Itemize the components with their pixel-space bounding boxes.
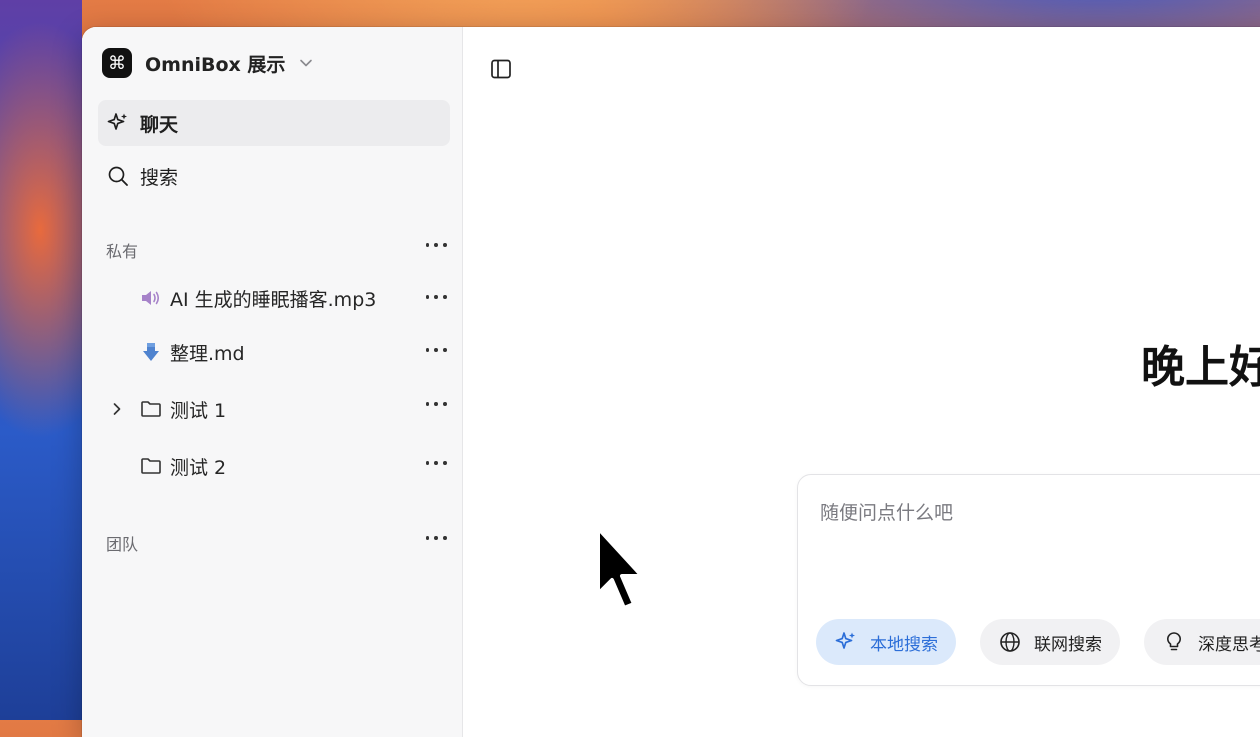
app-window: ⌘ OmniBox 展示 聊天 搜索 私有 AI 生成的睡眠播客.mp3 整理.… — [82, 27, 1260, 737]
globe-icon — [998, 630, 1022, 654]
section-team-label: 团队 — [106, 535, 139, 554]
tree-item-label: 测试 1 — [170, 399, 227, 422]
tree-item-more-icon[interactable] — [424, 343, 448, 357]
lightbulb-icon — [1162, 630, 1186, 654]
section-private-label: 私有 — [106, 242, 139, 261]
sidebar-toggle-icon[interactable] — [489, 57, 513, 81]
local-search-label: 本地搜索 — [870, 634, 938, 655]
tree-item-more-icon[interactable] — [424, 397, 448, 411]
greeting-title: 晚上好 — [1141, 342, 1260, 393]
markdown-arrow-icon — [140, 341, 162, 363]
local-search-button[interactable]: 本地搜索 — [816, 619, 956, 665]
sparkle-icon — [834, 630, 858, 654]
tree-item-label: AI 生成的睡眠播客.mp3 — [170, 288, 377, 311]
tree-item-more-icon[interactable] — [424, 290, 448, 304]
mouse-cursor-icon — [596, 526, 644, 610]
tree-item-podcast[interactable]: AI 生成的睡眠播客.mp3 — [140, 283, 376, 313]
folder-icon — [140, 398, 162, 420]
section-private-more-icon[interactable] — [424, 238, 448, 252]
chat-input[interactable] — [818, 501, 1260, 525]
tree-item-folder-test1[interactable]: 测试 1 — [140, 394, 226, 424]
tree-item-label: 整理.md — [170, 342, 245, 365]
sidebar: ⌘ OmniBox 展示 聊天 搜索 私有 AI 生成的睡眠播客.mp3 整理.… — [82, 27, 463, 737]
sparkle-icon — [106, 111, 130, 135]
workspace-logo-icon: ⌘ — [102, 48, 132, 78]
search-icon — [106, 164, 130, 188]
chat-composer: 本地搜索 联网搜索 — [797, 474, 1260, 686]
workspace-name: OmniBox 展示 — [145, 53, 286, 76]
chevron-right-icon[interactable] — [110, 402, 124, 416]
nav-search-label: 搜索 — [140, 166, 179, 189]
main-panel: 晚上好 本地搜索 — [463, 27, 1260, 737]
deep-think-button[interactable]: 深度思考 — [1144, 619, 1260, 665]
speaker-icon — [140, 287, 162, 309]
deep-think-label: 深度思考 — [1198, 634, 1260, 655]
tree-item-label: 测试 2 — [170, 456, 227, 479]
tree-item-folder-test2[interactable]: 测试 2 — [140, 451, 226, 481]
chevron-down-icon — [300, 59, 313, 67]
nav-chat-label: 聊天 — [140, 113, 179, 136]
tree-item-more-icon[interactable] — [424, 456, 448, 470]
web-search-button[interactable]: 联网搜索 — [980, 619, 1120, 665]
workspace-switcher[interactable]: ⌘ OmniBox 展示 — [102, 48, 313, 78]
tree-item-markdown[interactable]: 整理.md — [140, 337, 245, 367]
nav-chat[interactable]: 聊天 — [98, 100, 450, 146]
section-team-more-icon[interactable] — [424, 531, 448, 545]
web-search-label: 联网搜索 — [1034, 634, 1102, 655]
nav-search[interactable]: 搜索 — [98, 153, 450, 199]
folder-icon — [140, 455, 162, 477]
desktop-wallpaper — [0, 0, 82, 720]
